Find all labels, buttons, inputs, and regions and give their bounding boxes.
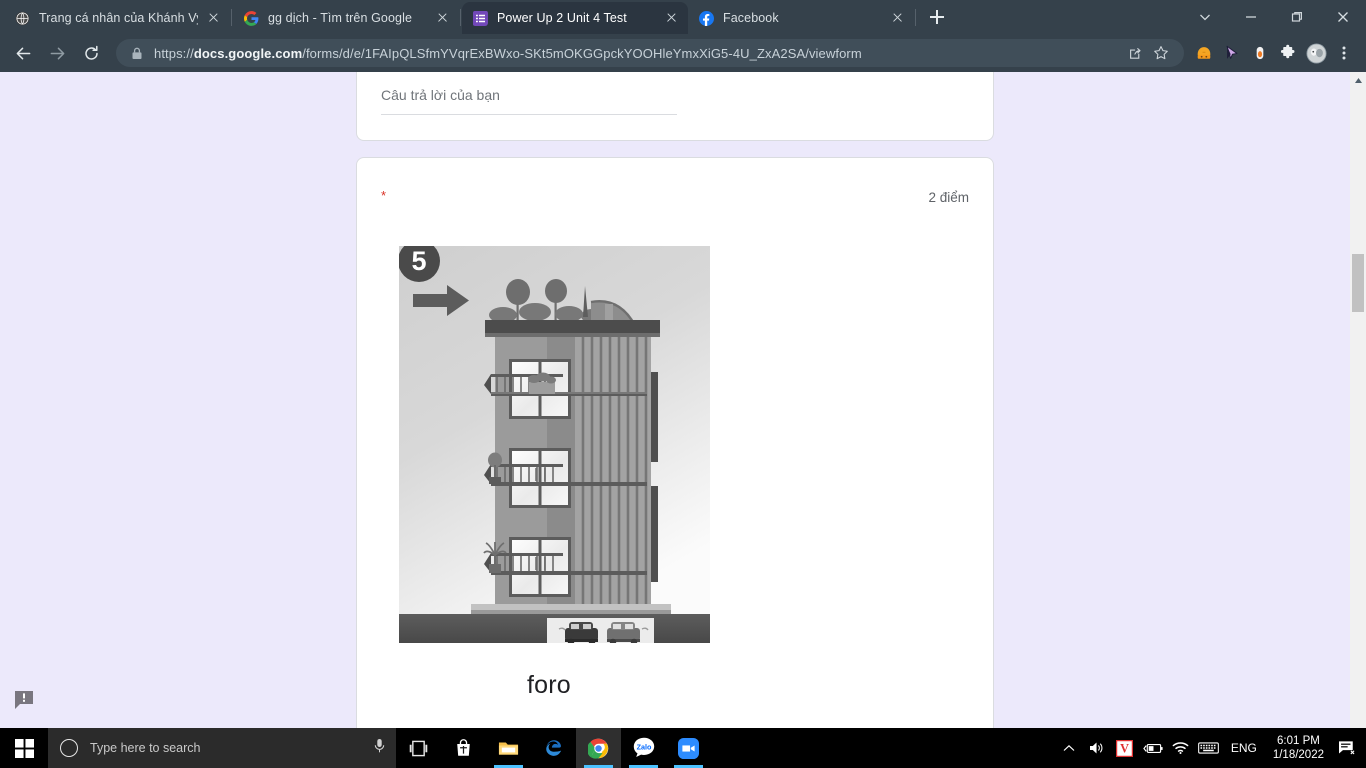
required-marker: * [381,188,387,203]
question-word: foro [527,671,571,699]
speaker-icon[interactable] [1083,728,1111,768]
task-view-icon[interactable] [396,728,441,768]
tab-strip: Trang cá nhân của Khánh Vy Phu gg dịch -… [0,0,1366,34]
points-label: 2 điểm [928,190,969,205]
notification-icon[interactable] [1332,728,1362,768]
search-input[interactable]: Type here to search [48,728,396,768]
clock-time: 6:01 PM [1277,735,1320,747]
browser-toolbar: https://docs.google.com/forms/d/e/1FAIpQ… [0,34,1366,72]
system-tray: V ENG 6:01 PM 1/18/2022 [1055,728,1366,768]
pill-extension-icon[interactable] [1246,38,1274,68]
tab-separator [231,8,232,26]
tab-title: Facebook [723,11,779,25]
google-forms-icon [472,10,488,26]
input-underline [381,114,677,115]
puzzle-extension-icon[interactable] [1274,38,1302,68]
form-column: tìm Câu trả lời của bạn * 2 điểm [356,72,994,728]
chevron-up-icon[interactable] [1055,728,1083,768]
microsoft-edge-icon[interactable] [531,728,576,768]
form-question-card-5: * 2 điểm 5 foro [356,157,994,728]
maximize-icon[interactable] [1274,1,1320,33]
unikey-icon[interactable]: V [1111,728,1139,768]
close-icon[interactable] [1320,1,1366,33]
window-controls [1182,0,1366,34]
report-feedback-icon[interactable] [14,690,34,709]
page-viewport: tìm Câu trả lời của bạn * 2 điểm [0,72,1366,728]
forward-arrow-icon[interactable] [42,38,72,68]
google-icon [243,10,259,26]
minimize-icon[interactable] [1228,1,1274,33]
short-answer-input[interactable]: Câu trả lời của bạn [381,87,677,103]
honey-icon[interactable] [1190,38,1218,68]
svg-text:Zalo: Zalo [636,743,651,752]
browser-tab-2[interactable]: Power Up 2 Unit 4 Test [462,2,688,34]
tab-title: Trang cá nhân của Khánh Vy Phu [39,11,198,25]
address-bar[interactable]: https://docs.google.com/forms/d/e/1FAIpQ… [116,39,1184,67]
battery-charging-icon[interactable] [1139,728,1167,768]
browser-tab-0[interactable]: Trang cá nhân của Khánh Vy Phu [4,2,230,34]
question-image-wrapper: 5 foro [399,246,710,700]
clock[interactable]: 6:01 PM 1/18/2022 [1265,734,1332,762]
zalo-icon[interactable]: Zalo [621,728,666,768]
search-placeholder: Type here to search [90,741,201,755]
chevron-down-icon[interactable] [1182,1,1228,33]
lock-icon [128,44,146,62]
windows-start-icon[interactable] [0,728,48,768]
file-explorer-icon[interactable] [486,728,531,768]
close-icon[interactable] [888,9,906,27]
browser-tab-1[interactable]: gg dịch - Tìm trên Google [233,2,459,34]
omnibox-actions [1122,40,1174,66]
star-icon[interactable] [1148,40,1174,66]
page-scrollbar-thumb[interactable] [1352,254,1364,312]
clock-date: 1/18/2022 [1272,749,1324,761]
share-icon[interactable] [1122,40,1148,66]
form-question-card-previous: tìm Câu trả lời của bạn [356,72,994,141]
building-illustration: 5 [399,246,710,643]
reload-icon[interactable] [76,38,106,68]
url-text: https://docs.google.com/forms/d/e/1FAIpQ… [154,45,862,61]
google-chrome-icon[interactable] [576,728,621,768]
tab-title: Power Up 2 Unit 4 Test [497,11,627,25]
browser-window: Trang cá nhân của Khánh Vy Phu gg dịch -… [0,0,1366,728]
wifi-icon[interactable] [1167,728,1195,768]
tab-separator [460,8,461,26]
facebook-icon [698,10,714,26]
windows-taskbar: Type here to search Zalo V ENG 6:01 PM 1… [0,728,1366,768]
microphone-icon[interactable] [373,738,386,759]
close-icon[interactable] [204,9,222,27]
zoom-icon[interactable] [666,728,711,768]
touch-keyboard-icon[interactable] [1195,728,1223,768]
new-tab-button[interactable] [923,3,951,31]
globe-icon [14,10,30,26]
question-number-text: 5 [411,246,426,276]
cursor-extension-icon[interactable] [1218,38,1246,68]
scroll-up-arrow-icon[interactable] [1350,72,1366,88]
back-arrow-icon[interactable] [8,38,38,68]
cortana-circle-icon [60,739,78,757]
language-indicator[interactable]: ENG [1223,741,1265,755]
avatar-icon[interactable] [1302,38,1330,68]
close-icon[interactable] [433,9,451,27]
microsoft-store-icon[interactable] [441,728,486,768]
tab-separator [915,8,916,26]
browser-tab-3[interactable]: Facebook [688,2,914,34]
svg-text:V: V [1120,741,1129,755]
page-scrollbar-track[interactable] [1350,72,1366,728]
three-dot-menu-icon[interactable] [1330,38,1358,68]
close-icon[interactable] [662,9,680,27]
tab-title: gg dịch - Tìm trên Google [268,11,413,25]
